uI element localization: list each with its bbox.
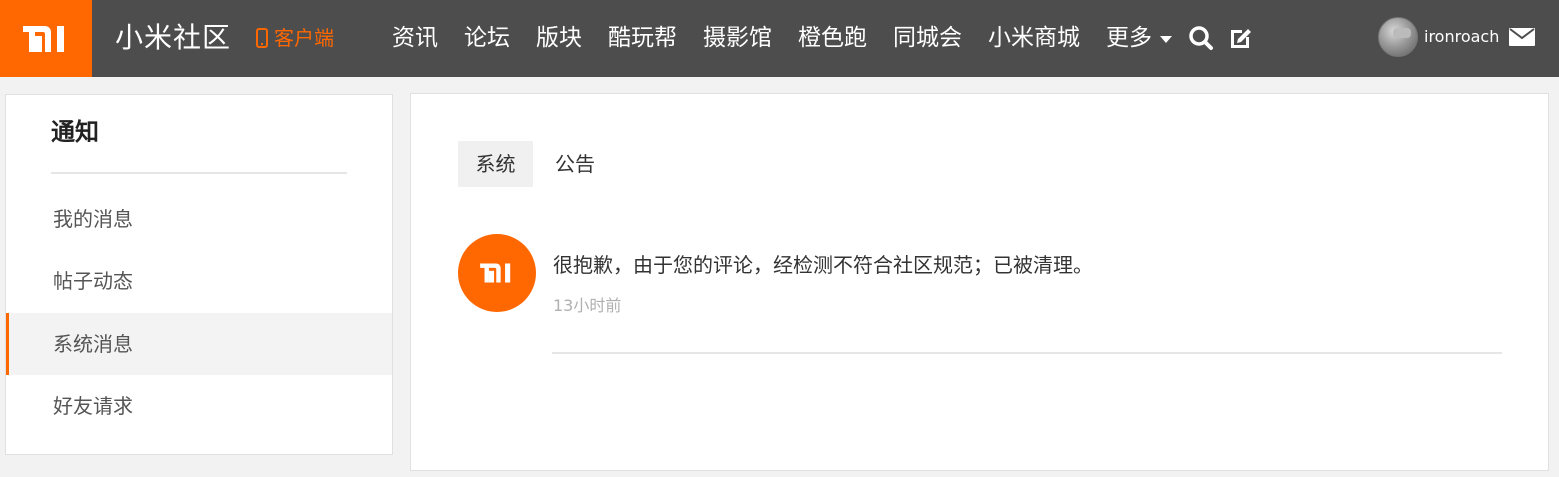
avatar[interactable] — [1378, 17, 1418, 57]
mi-logo[interactable] — [0, 0, 92, 77]
nav-item-boards[interactable]: 版块 — [536, 20, 582, 56]
message-avatar — [458, 234, 536, 312]
sidebar-item-system-messages[interactable]: 系统消息 — [6, 313, 392, 375]
nav-item-news[interactable]: 资讯 — [392, 20, 438, 56]
client-label: 客户端 — [274, 26, 334, 50]
search-button[interactable] — [1186, 23, 1216, 53]
message-text: 很抱歉，由于您的评论，经检测不符合社区规范；已被清理。 — [553, 253, 1093, 277]
nav-item-geeks[interactable]: 酷玩帮 — [608, 20, 677, 56]
mi-logo-icon — [480, 263, 511, 283]
tab-announcements[interactable]: 公告 — [555, 141, 595, 187]
notification-sidebar: 通知 我的消息 帖子动态 系统消息 好友请求 — [5, 94, 393, 455]
user-menu[interactable]: ironroach — [1378, 17, 1536, 57]
client-link[interactable]: 客户端 — [256, 22, 334, 54]
search-icon — [1189, 26, 1213, 50]
sidebar-item-my-messages[interactable]: 我的消息 — [6, 188, 392, 250]
caret-down-icon — [1160, 35, 1172, 43]
sidebar-item-post-activity[interactable]: 帖子动态 — [6, 250, 392, 312]
username[interactable]: ironroach — [1424, 17, 1499, 57]
notification-panel: 系统 公告 很抱歉，由于您的评论，经检测不符合社区规范；已被清理。 13小时前 — [410, 93, 1549, 471]
message-time: 13小时前 — [553, 296, 622, 315]
nav-item-city[interactable]: 同城会 — [893, 20, 962, 56]
compose-button[interactable] — [1226, 23, 1256, 53]
top-navbar: 小米社区 客户端 资讯 论坛 版块 酷玩帮 摄影馆 橙色跑 同城会 小米商城 更… — [0, 0, 1559, 77]
nav-item-photo[interactable]: 摄影馆 — [703, 20, 772, 56]
edit-icon — [1231, 29, 1251, 48]
nav-more-label: 更多 — [1106, 25, 1152, 51]
nav-more-dropdown[interactable]: 更多 — [1106, 20, 1172, 56]
sidebar-divider — [51, 172, 347, 174]
main-nav: 资讯 论坛 版块 酷玩帮 摄影馆 橙色跑 同城会 小米商城 更多 — [392, 20, 1266, 56]
site-title[interactable]: 小米社区 — [115, 18, 231, 58]
mi-logo-icon — [23, 25, 64, 52]
nav-item-mall[interactable]: 小米商城 — [988, 20, 1080, 56]
nav-item-forum[interactable]: 论坛 — [464, 20, 510, 56]
message-divider — [552, 352, 1502, 354]
nav-item-run[interactable]: 橙色跑 — [798, 20, 867, 56]
phone-icon — [256, 28, 268, 48]
mail-icon[interactable] — [1509, 28, 1536, 46]
sidebar-title: 通知 — [51, 118, 99, 146]
sidebar-item-friend-requests[interactable]: 好友请求 — [6, 375, 392, 437]
tab-system[interactable]: 系统 — [458, 141, 533, 187]
